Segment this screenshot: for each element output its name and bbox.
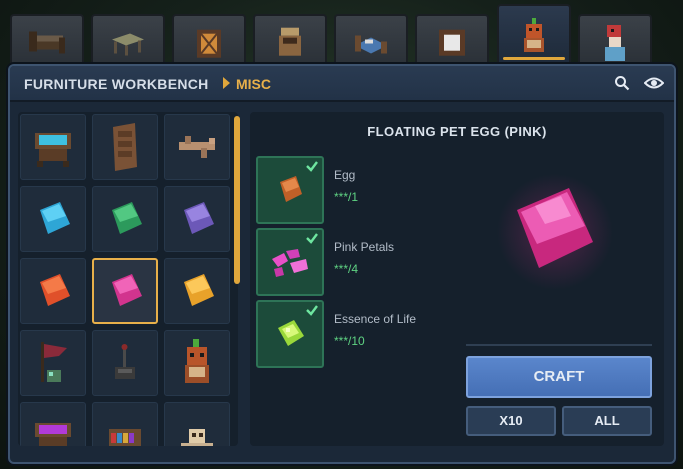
grid-item-flag-decoration[interactable] [20, 330, 86, 396]
gift-creature-icon [605, 25, 625, 61]
table-icon [112, 33, 144, 56]
active-tab-indicator [503, 57, 565, 60]
essence-of-life-icon [278, 320, 304, 346]
bed-dark-icon [29, 31, 65, 54]
grid-item-driftwood[interactable] [164, 114, 230, 180]
eye-icon[interactable] [644, 76, 664, 90]
pink-petals-icon [272, 249, 308, 277]
tab-gifts[interactable] [578, 14, 652, 66]
tab-beds[interactable] [10, 14, 84, 66]
grid-item-green-egg[interactable] [92, 186, 158, 252]
ingredient-slot-pink-petals[interactable] [256, 228, 324, 296]
pink-egg-icon [112, 274, 142, 306]
green-egg-icon [112, 202, 142, 234]
yellow-egg-icon [184, 274, 214, 306]
purple-planter-icon [35, 423, 71, 446]
grid-item-purple-planter[interactable] [20, 402, 86, 446]
potted-plant-icon [279, 27, 301, 56]
recipe-detail: FLOATING PET EGG (PINK) Egg ***/1 Pink P… [250, 112, 664, 446]
check-icon [306, 305, 318, 316]
breadcrumb-category[interactable]: MISC [236, 76, 271, 92]
pink-egg-preview-icon [497, 174, 613, 290]
workbench-panel: FURNITURE WORKBENCH MISC FLOATING PET EG… [8, 64, 676, 464]
grid-item-lever[interactable] [92, 330, 158, 396]
grid-item-purple-egg[interactable] [164, 186, 230, 252]
item-grid [18, 112, 238, 446]
lantern-icon [197, 29, 221, 58]
cyan-egg-icon [40, 202, 70, 234]
craft-x10-button[interactable]: X10 [466, 406, 556, 436]
grid-item-yellow-egg[interactable] [164, 258, 230, 324]
grid-item-wooden-door[interactable] [92, 114, 158, 180]
flag-decoration-icon [41, 342, 67, 382]
lever-icon [115, 344, 135, 379]
wooden-door-icon [113, 123, 137, 171]
pet-creature-icon [524, 18, 544, 52]
crate-icon [439, 29, 465, 56]
tab-lanterns[interactable] [172, 14, 246, 66]
grid-item-bone-pile[interactable] [164, 402, 230, 446]
driftwood-icon [179, 136, 215, 158]
search-icon[interactable] [614, 75, 630, 91]
ingredient-count: ***/10 [334, 334, 365, 348]
tab-tables[interactable] [91, 14, 165, 66]
grid-item-bookshelf[interactable] [92, 402, 158, 446]
check-icon [306, 161, 318, 172]
craft-button[interactable]: CRAFT [466, 356, 652, 398]
breadcrumb-arrow-icon [223, 77, 230, 89]
bone-pile-icon [181, 429, 213, 446]
ingredient-count: ***/4 [334, 262, 359, 276]
ingredient-slot-egg[interactable] [256, 156, 324, 224]
egg-icon [280, 176, 302, 202]
action-divider [466, 344, 652, 346]
grid-item-orange-egg[interactable] [20, 258, 86, 324]
water-planter-icon [35, 133, 71, 167]
panel-header: FURNITURE WORKBENCH MISC [10, 66, 674, 102]
grid-item-pink-egg[interactable] [92, 258, 158, 324]
ingredient-count: ***/1 [334, 190, 359, 204]
recipe-title: FLOATING PET EGG (PINK) [367, 124, 547, 139]
check-icon [306, 233, 318, 244]
tab-misc[interactable] [497, 4, 571, 62]
grid-item-water-planter[interactable] [20, 114, 86, 180]
ingredient-slot-essence-of-life[interactable] [256, 300, 324, 368]
tab-beds-blue[interactable] [334, 14, 408, 66]
ingredient-name: Pink Petals [334, 240, 395, 254]
workbench-title: FURNITURE WORKBENCH [24, 76, 209, 92]
bookshelf-icon [109, 429, 141, 446]
sprout-pet-icon [185, 339, 209, 383]
ingredient-name: Egg [334, 168, 356, 182]
grid-item-sprout-pet[interactable] [164, 330, 230, 396]
bed-blue-icon [355, 35, 387, 54]
purple-egg-icon [184, 202, 214, 234]
orange-egg-icon [40, 274, 70, 306]
ingredient-name: Essence of Life [334, 312, 417, 326]
tab-plants[interactable] [253, 14, 327, 66]
grid-item-cyan-egg[interactable] [20, 186, 86, 252]
tab-crates[interactable] [415, 14, 489, 66]
grid-scrollbar[interactable] [234, 116, 240, 284]
craft-all-button[interactable]: ALL [562, 406, 652, 436]
